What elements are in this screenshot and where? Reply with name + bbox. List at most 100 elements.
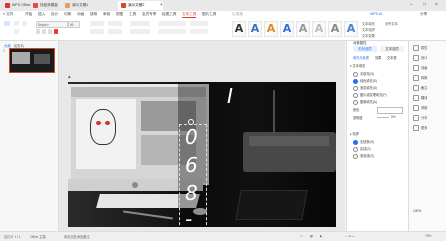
subtab-effects[interactable]: 效果 (375, 55, 381, 60)
slide-char-1[interactable]: I (227, 86, 233, 106)
italic-icon[interactable] (42, 29, 46, 34)
slide[interactable]: I 0 6 8 - (68, 82, 336, 227)
font-name-select[interactable]: DejaVu (36, 21, 68, 28)
share-button[interactable]: 分享 (420, 12, 427, 17)
wordart-style-2[interactable]: A (248, 21, 262, 37)
menu-transitions[interactable]: 切换 (64, 12, 71, 17)
slide-char-2[interactable]: 0 (185, 127, 198, 147)
color-picker[interactable] (377, 107, 403, 114)
subtab-textbox[interactable]: 文本框 (387, 55, 397, 60)
maximize-icon[interactable]: □ (423, 2, 426, 8)
slide-char-4[interactable]: 8 (185, 183, 198, 203)
text-effect-button[interactable]: 文本效果 (362, 33, 375, 38)
menu-file[interactable]: ≡ 文件 (3, 12, 13, 17)
menu-tools[interactable]: 工具 (129, 12, 136, 17)
tab-templates[interactable]: 找稻壳模板 (30, 1, 65, 10)
text-box-icon[interactable] (158, 21, 186, 26)
slide-thumbnail[interactable] (9, 48, 55, 73)
bold-icon[interactable] (36, 29, 40, 34)
sidebar-item-translate[interactable]: 翻译 (413, 95, 427, 102)
slide-char-5[interactable]: - (185, 209, 192, 227)
fill-option-none[interactable]: 无填充(N) (353, 71, 374, 77)
menu-animations[interactable]: 动画 (77, 12, 84, 17)
menu-view[interactable]: 视图 (116, 12, 123, 17)
fill-option-pattern[interactable]: 图案填充(A) (353, 99, 377, 105)
collapse-icon[interactable]: ▴ (68, 74, 71, 80)
close-icon[interactable]: × (435, 2, 438, 8)
notes-placeholder[interactable]: 单击此处添加备注 (64, 234, 90, 239)
bullets-icon[interactable] (108, 21, 122, 26)
sidebar-item-notes[interactable]: 备注 (413, 85, 427, 92)
transparency-value[interactable]: 0% (391, 115, 396, 119)
search-input[interactable]: Q 查找 (232, 12, 243, 17)
menu-review[interactable]: 审阅 (103, 12, 110, 17)
fill-option-solid[interactable]: 纯色填充(S) (353, 78, 377, 84)
subtab-fill-outline[interactable]: 填充与轮廓 (353, 55, 369, 60)
arrange-icon[interactable] (130, 29, 150, 34)
find-replace-icon[interactable] (190, 29, 208, 34)
sidebar-item-properties[interactable]: 属性 (413, 45, 427, 52)
menu-drawing-tools[interactable]: 绘图工具 (162, 12, 176, 17)
wordart-style-1[interactable]: A (232, 21, 246, 37)
tab-shape-options[interactable]: 形状选项 (353, 46, 377, 52)
format-painter-icon[interactable] (14, 29, 19, 34)
wordart-style-5[interactable]: A (296, 21, 310, 37)
menu-slideshow[interactable]: 放映 (90, 12, 97, 17)
tab-text-options[interactable]: 文本选项 (380, 46, 404, 52)
sidebar-item-help[interactable]: 帮助 (413, 105, 427, 112)
outline-option-gradient[interactable]: 渐变线(G) (353, 153, 374, 159)
normal-view-icon[interactable]: ▭ (300, 234, 303, 238)
outline-option-none[interactable]: 无线条(N) (353, 139, 374, 145)
tab-presentation-1[interactable]: 演示文稿1 (62, 1, 99, 10)
menu-insert[interactable]: 插入 (38, 12, 45, 17)
text-direction-icon[interactable] (108, 29, 122, 34)
wordart-style-6[interactable]: A (312, 21, 326, 37)
sidebar-item-more[interactable]: 更多 (413, 125, 427, 132)
section-text-fill[interactable]: ▾ 文本填充 (350, 63, 365, 68)
transparency-slider[interactable] (377, 117, 389, 118)
align-text-button[interactable]: 对齐文本 (385, 21, 398, 26)
menu-design[interactable]: 设计 (51, 12, 58, 17)
new-tab-button[interactable]: + (160, 2, 163, 8)
section-outline[interactable]: ▸ 轮廓 (350, 131, 359, 136)
zoom-slider[interactable]: — ● — (345, 234, 355, 238)
wordart-style-8[interactable]: A (344, 21, 358, 37)
cut-icon[interactable] (14, 21, 19, 26)
sidebar-zoom[interactable]: 100% (413, 209, 421, 213)
tab-wps-office[interactable]: WPS Office (2, 1, 33, 10)
select-pane-icon[interactable] (190, 21, 208, 26)
rotate-handle-icon[interactable] (188, 119, 194, 125)
wordart-style-4[interactable]: A (280, 21, 294, 37)
menu-picture-tools[interactable]: 图片工具 (202, 12, 216, 17)
fill-option-picture[interactable]: 图片或纹理填充(P) (353, 92, 387, 98)
wordart-style-7[interactable]: A (328, 21, 342, 37)
slide-char-3[interactable]: 6 (185, 155, 198, 175)
outline-option-solid[interactable]: 实线(S) (353, 146, 371, 152)
menu-member[interactable]: 会员专享 (142, 12, 156, 17)
sidebar-item-design[interactable]: 设计 (413, 55, 427, 62)
underline-icon[interactable] (48, 29, 52, 34)
shape-icon[interactable] (130, 21, 150, 26)
tab-presentation-2[interactable]: 演示文稿2 (118, 1, 163, 10)
font-size-select[interactable]: 80 (68, 21, 80, 28)
play-icon[interactable]: ▶ (320, 234, 322, 238)
zoom-level[interactable]: 75% (425, 234, 431, 238)
text-outline-button[interactable]: 文本轮廓 (362, 27, 375, 32)
sorter-view-icon[interactable]: ▦ (310, 234, 313, 238)
sidebar-item-share[interactable]: 分享 (413, 115, 427, 122)
wordart-icon[interactable] (158, 29, 186, 34)
menu-home[interactable]: 开始 (25, 12, 32, 17)
line-spacing-icon[interactable] (90, 29, 104, 34)
paste-icon[interactable] (4, 21, 10, 26)
sidebar-item-animation[interactable]: 动画 (413, 65, 427, 72)
minimize-icon[interactable]: – (410, 2, 413, 8)
sidebar-item-convert[interactable]: 转换 (413, 75, 427, 82)
copy-icon[interactable] (22, 21, 27, 26)
wordart-style-3[interactable]: A (264, 21, 278, 37)
fill-option-gradient[interactable]: 渐变填充(G) (353, 85, 377, 91)
align-left-icon[interactable] (90, 21, 104, 26)
wps-ai-button[interactable]: WPS AI (370, 12, 382, 16)
font-color-icon[interactable] (54, 29, 58, 34)
text-box-selection[interactable]: 0 6 8 - (179, 124, 207, 227)
text-fill-button[interactable]: 文本填充 (362, 21, 375, 26)
